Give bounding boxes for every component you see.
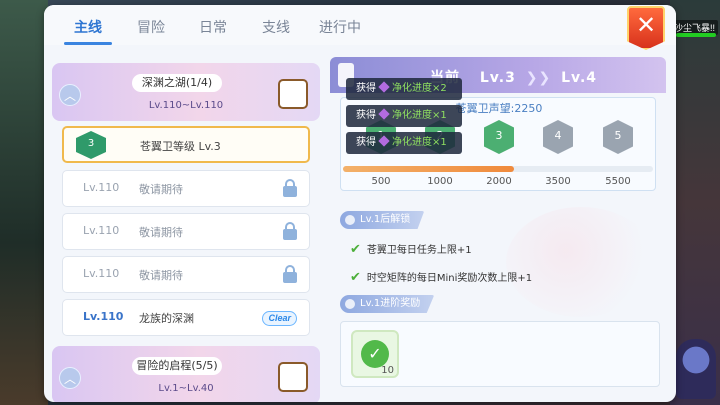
group-header-abyss-lake[interactable]: ︿ 深渊之湖(1/4) Lv.110~Lv.110 (52, 63, 320, 121)
quest-level: Lv.110 (83, 267, 120, 280)
unlock-label-text: Lv.1后解锁 (360, 214, 411, 225)
gain-tooltip: 获得 净化进度×1 (346, 132, 462, 154)
quest-name: 敬请期待 (139, 226, 183, 239)
tooltip-item: 净化进度×2 (392, 83, 447, 94)
quest-level: Lv.110 (83, 224, 120, 237)
group-reward-icon[interactable] (278, 79, 308, 109)
lock-icon (283, 265, 297, 283)
reward-box: ✓ 10 (340, 321, 660, 387)
perk-text: 苍翼卫每日任务上限+1 (366, 245, 472, 256)
tooltip-prefix: 获得 (356, 83, 376, 94)
threshold-label: 1000 (427, 176, 453, 187)
milestone-node: 3 (484, 120, 514, 154)
tab-daily[interactable]: 日常 (199, 17, 227, 37)
milestone-node: 4 (543, 120, 573, 154)
quest-row[interactable]: Lv.110 敬请期待 (62, 213, 310, 250)
checkmark-icon: ✔ (350, 242, 361, 257)
quest-name: 敬请期待 (139, 183, 183, 196)
quest-name: 苍翼卫等级 Lv.3 (140, 140, 221, 153)
perk-text: 时空矩阵的每日Mini奖励次数上限+1 (366, 273, 533, 284)
group-title: 深渊之湖(1/4) (132, 74, 222, 92)
tab-adventure[interactable]: 冒险 (137, 17, 165, 37)
lock-icon (283, 222, 297, 240)
purification-gem-icon (378, 108, 390, 120)
quest-panel: 主线 冒险 日常 支线 进行中 ︿ 深渊之湖(1/4) Lv.110~Lv.11… (44, 5, 676, 402)
tooltip-prefix: 获得 (356, 137, 376, 148)
perk-item: ✔ 时空矩阵的每日Mini奖励次数上限+1 (350, 269, 532, 285)
reputation-progress-bar (343, 166, 514, 172)
threshold-label: 2000 (486, 176, 512, 187)
reward-label-text: Lv.1进阶奖励 (360, 298, 421, 309)
checkmark-icon: ✔ (350, 270, 361, 285)
background-illustration (506, 207, 656, 317)
tooltip-item: 净化进度×1 (392, 137, 447, 148)
group-title: 冒险的启程(5/5) (132, 357, 222, 375)
next-level: Lv.4 (561, 70, 598, 86)
reward-check-icon: ✓ (361, 340, 389, 368)
tab-side[interactable]: 支线 (262, 17, 290, 37)
quest-level: Lv.110 (83, 310, 124, 323)
lock-icon (283, 179, 297, 197)
close-x-icon: ✕ (635, 11, 657, 39)
threshold-label: 500 (371, 176, 391, 187)
group-header-adventure-start[interactable]: ︿ 冒险的启程(5/5) Lv.1~Lv.40 (52, 346, 320, 402)
tooltip-prefix: 获得 (356, 110, 376, 121)
quest-row-selected[interactable]: 3 苍翼卫等级 Lv.3 (62, 126, 310, 163)
rank-shield-icon: 3 (76, 131, 106, 159)
group-reward-icon[interactable] (278, 362, 308, 392)
tab-main[interactable]: 主线 (74, 17, 102, 37)
gain-tooltip: 获得 净化进度×1 (346, 105, 462, 127)
game-background-left (0, 0, 48, 405)
quest-name: 敬请期待 (139, 269, 183, 282)
perk-item: ✔ 苍翼卫每日任务上限+1 (350, 241, 472, 257)
threshold-label: 3500 (545, 176, 571, 187)
game-background-right: 沙尘飞暴!! (670, 0, 720, 405)
active-tab-indicator (64, 42, 112, 45)
quest-list: ︿ 深渊之湖(1/4) Lv.110~Lv.110 3 苍翼卫等级 Lv.3 L… (52, 63, 320, 402)
reward-quantity: 10 (381, 365, 394, 376)
reward-section-label: Lv.1进阶奖励 (340, 295, 435, 313)
tab-in-progress[interactable]: 进行中 (319, 17, 361, 37)
quest-row[interactable]: Lv.110 敬请期待 (62, 170, 310, 207)
player-hp-bar (676, 33, 716, 37)
gain-tooltip: 获得 净化进度×2 (346, 78, 462, 100)
bullet-icon (345, 299, 355, 309)
purification-gem-icon (378, 81, 390, 93)
purification-gem-icon (378, 135, 390, 147)
tooltip-item: 净化进度×1 (392, 110, 447, 121)
close-button[interactable]: ✕ (627, 6, 665, 50)
clear-badge: Clear (262, 311, 297, 326)
current-level: Lv.3 (479, 70, 516, 86)
unlock-section-label: Lv.1后解锁 (340, 211, 425, 229)
double-chevron-right-icon: ❯❯ (525, 70, 552, 86)
character-sprite (676, 339, 716, 399)
quest-row[interactable]: Lv.110 龙族的深渊 Clear (62, 299, 310, 336)
tab-bar: 主线 冒险 日常 支线 进行中 (44, 5, 676, 45)
milestone-node: 5 (603, 120, 633, 154)
reward-item[interactable]: ✓ 10 (351, 330, 399, 378)
threshold-label: 5500 (605, 176, 631, 187)
quest-row[interactable]: Lv.110 敬请期待 (62, 256, 310, 293)
bullet-icon (345, 215, 355, 225)
quest-level: Lv.110 (83, 181, 120, 194)
quest-name: 龙族的深渊 (139, 312, 194, 325)
